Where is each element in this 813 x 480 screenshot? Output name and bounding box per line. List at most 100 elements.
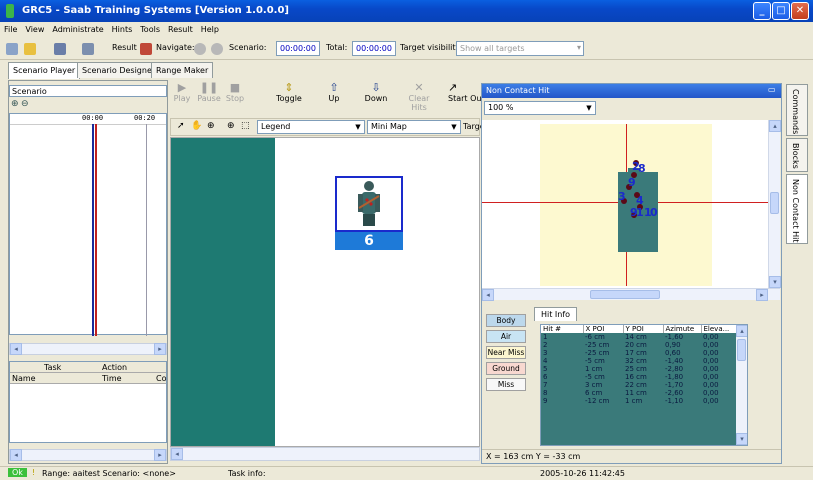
- new-icon[interactable]: [6, 43, 18, 55]
- hit-view-vscrollbar[interactable]: ▴ ▾: [768, 120, 781, 288]
- target-icon[interactable]: [335, 176, 403, 232]
- table-row[interactable]: 2 -25 cm 20 cm 0,90 0,00: [541, 341, 747, 349]
- tab-scenario-designer[interactable]: Scenario Designer: [77, 62, 161, 78]
- hit-label: 4: [636, 194, 644, 207]
- scroll-left-icon[interactable]: ◂: [10, 343, 22, 355]
- tab-range-maker[interactable]: Range Maker: [151, 62, 214, 78]
- menu-hints[interactable]: Hints: [108, 22, 137, 34]
- maximize-button[interactable]: □: [772, 2, 790, 20]
- y-poi-header[interactable]: Y POI: [623, 325, 664, 333]
- hit-visualization[interactable]: 2 8 3 9 1 4 9 1 0: [482, 120, 768, 288]
- menu-tools[interactable]: Tools: [136, 22, 164, 34]
- minimize-button[interactable]: _: [753, 2, 771, 20]
- time-column-header[interactable]: Time: [102, 374, 122, 383]
- scroll-right-icon[interactable]: ▸: [154, 449, 166, 461]
- menu-file[interactable]: File: [0, 22, 21, 34]
- scroll-left-icon[interactable]: ◂: [482, 289, 494, 301]
- table-row[interactable]: 6 -5 cm 16 cm -1,80 0,00: [541, 373, 747, 381]
- table-row[interactable]: 51 cm 25 cm -2,80 0,00: [541, 365, 747, 373]
- table-row[interactable]: 1 -6 cm 14 cm -1,60 0,00: [541, 333, 747, 341]
- tab-blocks[interactable]: Blocks: [786, 138, 808, 172]
- near-miss-category-button[interactable]: Near Miss: [486, 346, 526, 359]
- x-poi-header[interactable]: X POI: [583, 325, 624, 333]
- scenario-label: Scenario:: [229, 43, 267, 52]
- open-folder-icon[interactable]: [24, 43, 36, 55]
- scroll-left-icon[interactable]: ◂: [10, 449, 22, 461]
- stop-button[interactable]: ■ Stop: [224, 82, 246, 104]
- pin-icon[interactable]: ▭: [768, 85, 776, 94]
- result-chart-icon[interactable]: [140, 43, 152, 55]
- body-category-button[interactable]: Body: [486, 314, 526, 327]
- menu-administrate[interactable]: Administrate: [48, 22, 107, 34]
- map-view[interactable]: 6: [170, 137, 480, 447]
- clear-hits-button[interactable]: ✕ Clear Hits: [400, 82, 438, 113]
- name-column-header[interactable]: Name: [12, 374, 36, 383]
- tab-commands[interactable]: Commands: [786, 84, 808, 136]
- air-category-button[interactable]: Air: [486, 330, 526, 343]
- table-row[interactable]: 3 -25 cm 17 cm 0,60 0,00: [541, 349, 747, 357]
- play-button[interactable]: ▶ Play: [172, 82, 192, 104]
- tab-scenario-player[interactable]: Scenario Player: [8, 62, 81, 79]
- scroll-right-icon[interactable]: ▸: [756, 289, 768, 301]
- zoom-in-icon[interactable]: ⊕: [11, 99, 19, 109]
- print-icon[interactable]: [82, 43, 94, 55]
- hit-label: 9: [628, 176, 636, 189]
- table-row[interactable]: 73 cm 22 cm -1,70 0,00: [541, 381, 747, 389]
- toggle-button[interactable]: ⇕ Toggle: [274, 82, 304, 104]
- table-row[interactable]: 4 -5 cm 32 cm -1,40 0,00: [541, 357, 747, 365]
- timeline-hscrollbar[interactable]: ◂ ▸: [9, 343, 167, 355]
- minimap-select[interactable]: Mini Map ▼: [367, 120, 461, 134]
- task-hscrollbar[interactable]: ◂ ▸: [9, 449, 167, 461]
- scroll-left-icon[interactable]: ◂: [171, 448, 183, 460]
- zoom-out-icon[interactable]: ⊖: [21, 99, 29, 109]
- save-icon[interactable]: [54, 43, 66, 55]
- close-button[interactable]: ✕: [791, 2, 809, 20]
- hit-view-hscrollbar[interactable]: ◂ ▸: [482, 288, 780, 301]
- result-button[interactable]: Result: [112, 43, 137, 52]
- map-hscrollbar[interactable]: ◂: [170, 447, 480, 461]
- hit-number-header[interactable]: Hit #: [541, 325, 584, 333]
- zoom-icon[interactable]: ⊕: [207, 121, 215, 131]
- hit-label: 0: [650, 206, 658, 219]
- scroll-down-icon[interactable]: ▾: [736, 433, 747, 445]
- scroll-down-icon[interactable]: ▾: [769, 276, 781, 288]
- scroll-thumb[interactable]: [737, 339, 746, 361]
- start-out-button[interactable]: ↗ Start Ou: [448, 82, 482, 103]
- pan-hand-icon[interactable]: ✋: [191, 121, 202, 131]
- tab-hit-info[interactable]: Hit Info: [534, 307, 578, 321]
- miss-category-button[interactable]: Miss: [486, 378, 526, 391]
- hit-table-vscrollbar[interactable]: ▴ ▾: [736, 325, 747, 445]
- target-select[interactable]: Targe: [463, 122, 481, 131]
- status-bar: Ok ! Range: aaitest Scenario: <none> Tas…: [0, 466, 813, 480]
- scroll-thumb[interactable]: [590, 290, 660, 299]
- table-row[interactable]: 86 cm 11 cm -2,60 0,00: [541, 389, 747, 397]
- target-visibility-select[interactable]: Show all targets ▾: [456, 41, 584, 56]
- action-column-header[interactable]: Action: [102, 363, 127, 372]
- azimute-header[interactable]: Azimute: [663, 325, 702, 333]
- menu-result[interactable]: Result: [164, 22, 197, 34]
- scroll-thumb[interactable]: [770, 192, 779, 214]
- navigate-back-icon[interactable]: [194, 43, 206, 55]
- menu-help[interactable]: Help: [197, 22, 223, 34]
- co-column-header[interactable]: Co: [156, 374, 166, 383]
- ground-category-button[interactable]: Ground: [486, 362, 526, 375]
- timeline-view[interactable]: 00:00 00:20: [9, 113, 167, 336]
- select-region-icon[interactable]: ⬚: [241, 121, 250, 131]
- zoom-fit-icon[interactable]: ⊕: [227, 121, 235, 131]
- task-column-header[interactable]: Task: [44, 363, 61, 372]
- table-row[interactable]: 9 -12 cm 1 cm -1,10 0,00: [541, 397, 747, 405]
- zoom-select[interactable]: 100 % ▼: [484, 101, 596, 115]
- pause-button[interactable]: ❚❚ Pause: [196, 82, 222, 104]
- legend-select[interactable]: Legend ▼: [257, 120, 365, 134]
- down-button[interactable]: ⇩ Down: [362, 82, 390, 104]
- navigate-forward-icon[interactable]: [211, 43, 223, 55]
- scroll-right-icon[interactable]: ▸: [154, 343, 166, 355]
- pointer-icon[interactable]: ➚: [177, 121, 185, 131]
- start-icon: ↗: [448, 82, 458, 94]
- tab-non-contact-hit[interactable]: Non Contact Hit: [786, 174, 808, 244]
- up-button[interactable]: ⇧ Up: [322, 82, 346, 104]
- menu-view[interactable]: View: [21, 22, 48, 34]
- scroll-up-icon[interactable]: ▴: [769, 120, 781, 132]
- scroll-up-icon[interactable]: ▴: [736, 325, 747, 337]
- window-title: GRC5 - Saab Training Systems [Version 1.…: [22, 5, 290, 16]
